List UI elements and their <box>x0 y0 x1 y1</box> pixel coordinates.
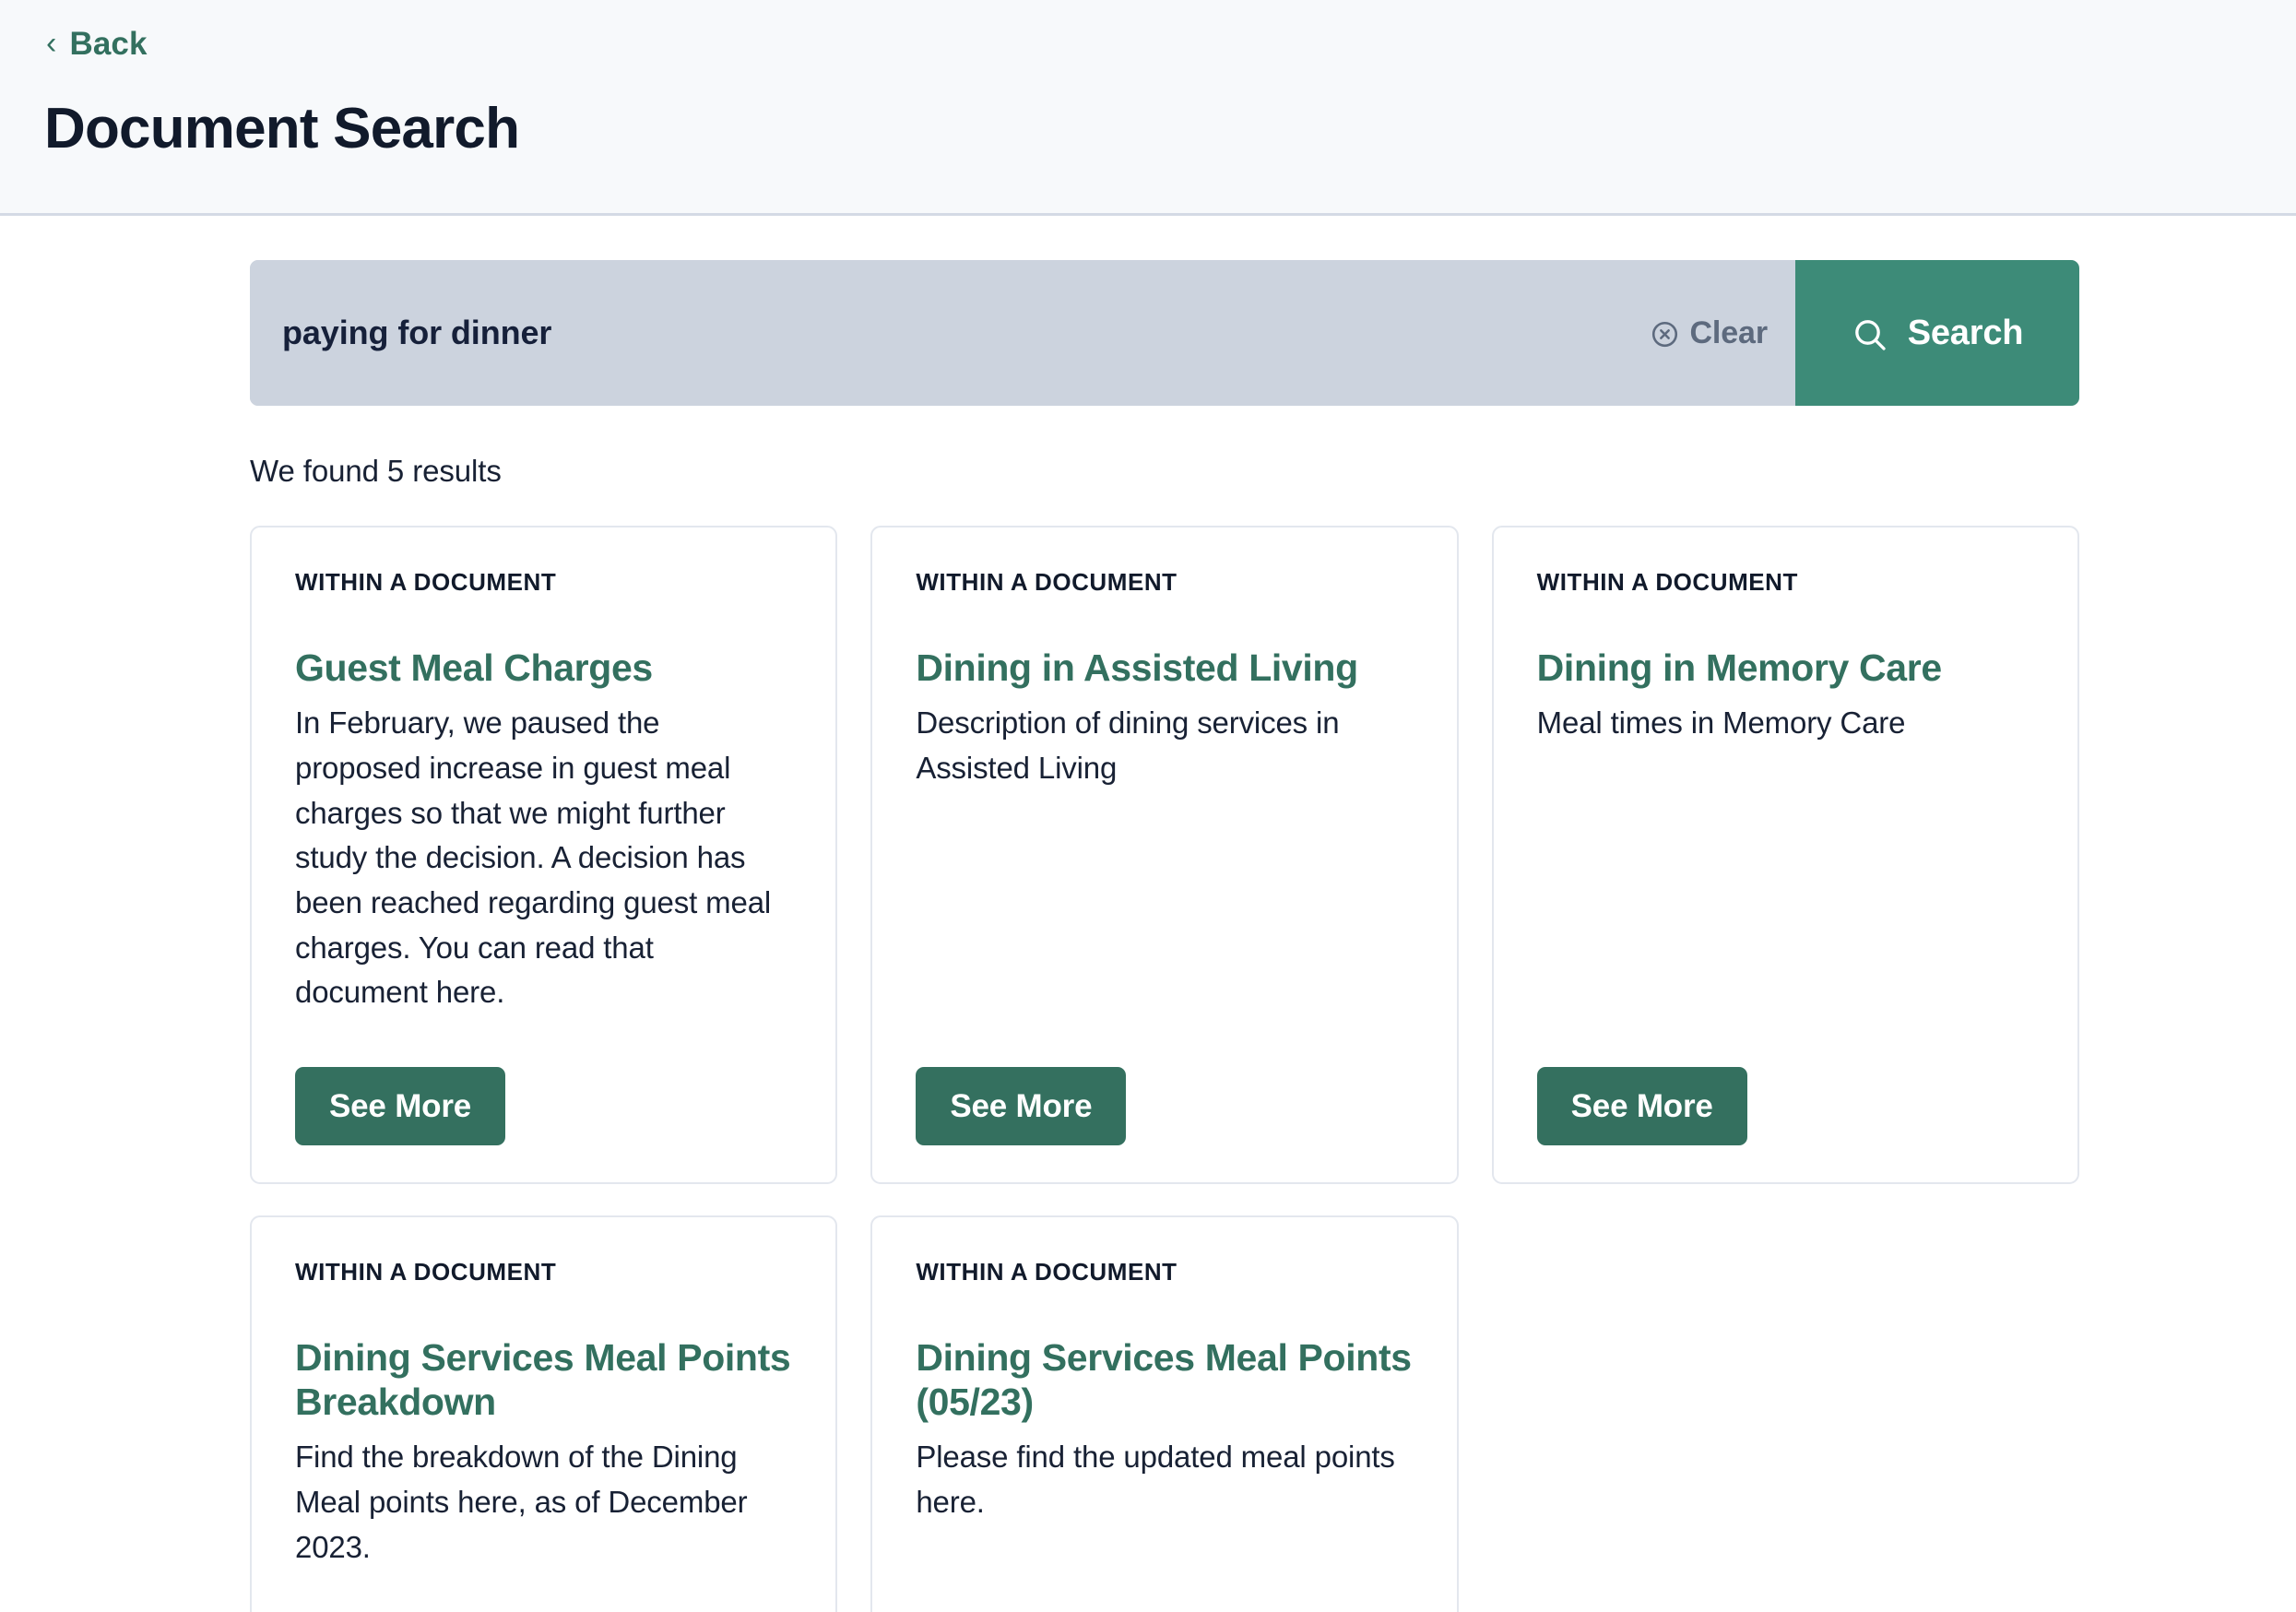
result-card[interactable]: WITHIN A DOCUMENT Dining Services Meal P… <box>870 1215 1459 1612</box>
see-more-button[interactable]: See More <box>916 1067 1127 1146</box>
card-kicker: WITHIN A DOCUMENT <box>1536 568 1798 597</box>
clear-button[interactable]: Clear <box>1647 310 1771 357</box>
card-description: Find the breakdown of the Dining Meal po… <box>295 1440 748 1564</box>
card-spacer <box>295 1570 792 1612</box>
card-title[interactable]: Dining Services Meal Points Breakdown <box>295 1336 792 1425</box>
card-kicker: WITHIN A DOCUMENT <box>295 1258 557 1286</box>
result-card[interactable]: WITHIN A DOCUMENT Guest Meal Charges In … <box>250 526 838 1185</box>
card-spacer <box>916 791 1413 1067</box>
card-kicker: WITHIN A DOCUMENT <box>916 568 1178 597</box>
see-more-button[interactable]: See More <box>1536 1067 1747 1146</box>
card-description: In February, we paused the proposed incr… <box>295 705 772 1010</box>
circle-x-icon <box>1651 320 1679 349</box>
result-card[interactable]: WITHIN A DOCUMENT Dining in Assisted Liv… <box>870 526 1459 1185</box>
result-card[interactable]: WITHIN A DOCUMENT Dining in Memory Care … <box>1491 526 2079 1185</box>
card-spacer <box>916 1525 1413 1612</box>
search-button[interactable]: Search <box>1795 260 2079 406</box>
search-input-wrapper[interactable]: paying for dinner Clear <box>250 260 1795 406</box>
card-description: Please find the updated meal points here… <box>916 1440 1395 1520</box>
magnifier-icon <box>1852 316 1888 353</box>
page-title: Document Search <box>44 97 520 160</box>
card-title[interactable]: Dining in Assisted Living <box>916 646 1413 691</box>
card-description: Meal times in Memory Care <box>1536 705 1906 741</box>
card-spacer <box>295 1015 792 1067</box>
result-card[interactable]: WITHIN A DOCUMENT Dining Services Meal P… <box>250 1215 838 1612</box>
back-link[interactable]: ‹ Back <box>44 24 149 64</box>
main-content: paying for dinner Clear Search We found … <box>0 216 2296 1612</box>
see-more-button[interactable]: See More <box>295 1067 506 1146</box>
search-button-label: Search <box>1907 313 2024 352</box>
card-title[interactable]: Dining in Memory Care <box>1537 646 2034 691</box>
search-bar: paying for dinner Clear Search <box>250 260 2079 406</box>
card-spacer <box>1537 746 2034 1067</box>
search-input[interactable]: paying for dinner <box>282 314 551 352</box>
results-count: We found 5 results <box>250 454 502 488</box>
card-kicker: WITHIN A DOCUMENT <box>916 1258 1178 1286</box>
results-grid: WITHIN A DOCUMENT Guest Meal Charges In … <box>250 526 2079 1612</box>
card-description: Description of dining services in Assist… <box>916 705 1340 786</box>
content-wrapper: paying for dinner Clear Search We found … <box>250 216 2079 1612</box>
clear-button-label: Clear <box>1689 314 1768 350</box>
back-link-label: Back <box>69 26 148 62</box>
card-title[interactable]: Dining Services Meal Points (05/23) <box>916 1336 1413 1425</box>
card-title[interactable]: Guest Meal Charges <box>295 646 792 691</box>
chevron-left-icon: ‹ <box>46 25 57 61</box>
card-kicker: WITHIN A DOCUMENT <box>295 568 557 597</box>
page-header: ‹ Back Document Search <box>0 0 2296 216</box>
